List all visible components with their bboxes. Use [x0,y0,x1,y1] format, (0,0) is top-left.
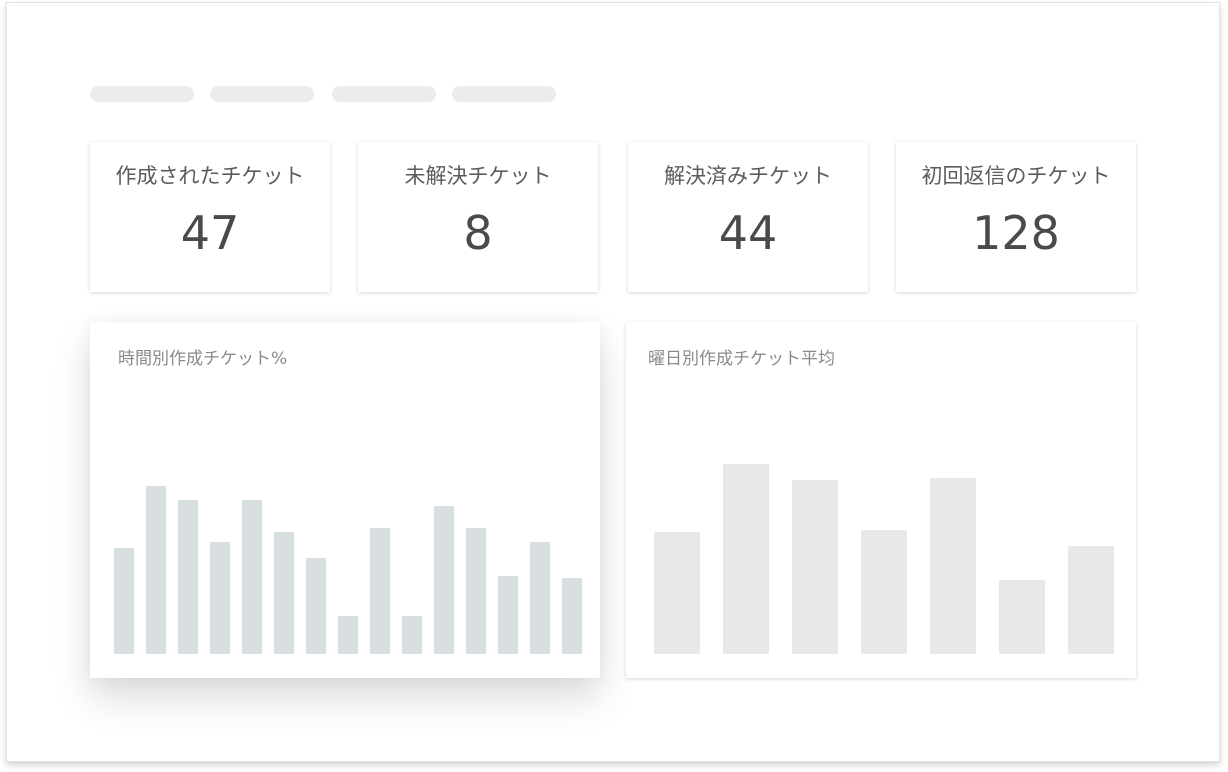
chart-bar [861,530,907,654]
stat-value: 47 [180,206,240,260]
chart-bar [930,478,976,654]
stat-card-created[interactable]: 作成されたチケット 47 [90,142,330,292]
stat-value: 44 [718,206,778,260]
chart-bar [562,578,582,654]
chart-bar [999,580,1045,654]
chart-bar [274,532,294,654]
chart-bar [498,576,518,654]
tab-placeholder[interactable] [210,86,314,102]
chart-bar [178,500,198,654]
chart-bar [338,616,358,654]
stat-label: 未解決チケット [404,164,552,188]
chart-bar [654,532,700,654]
chart-panel-weekday: 曜日別作成チケット平均 [626,322,1136,678]
chart-bar [114,548,134,654]
chart-bar [210,542,230,654]
chart-bar [306,558,326,654]
stat-card-unresolved[interactable]: 未解決チケット 8 [358,142,598,292]
tab-placeholder[interactable] [332,86,436,102]
hourly-bar-chart [114,486,582,654]
stat-label: 作成されたチケット [115,164,305,188]
chart-bar [402,616,422,654]
stat-label: 解決済みチケット [664,164,832,188]
stat-value: 8 [463,206,493,260]
chart-bar [434,506,454,654]
tab-placeholder[interactable] [90,86,194,102]
stat-card-first-reply[interactable]: 初回返信のチケット 128 [896,142,1136,292]
chart-panel-hourly: 時間別作成チケット% [90,322,600,678]
weekday-bar-chart [654,464,1114,654]
chart-bar [792,480,838,654]
tab-placeholder[interactable] [452,86,556,102]
chart-bar [466,528,486,654]
stat-card-resolved[interactable]: 解決済みチケット 44 [628,142,868,292]
chart-bar [370,528,390,654]
chart-bar [146,486,166,654]
stat-label: 初回返信のチケット [921,164,1111,188]
chart-bar [1068,546,1114,654]
chart-bar [530,542,550,654]
chart-bar [723,464,769,654]
chart-bar [242,500,262,654]
stat-value: 128 [972,206,1060,260]
